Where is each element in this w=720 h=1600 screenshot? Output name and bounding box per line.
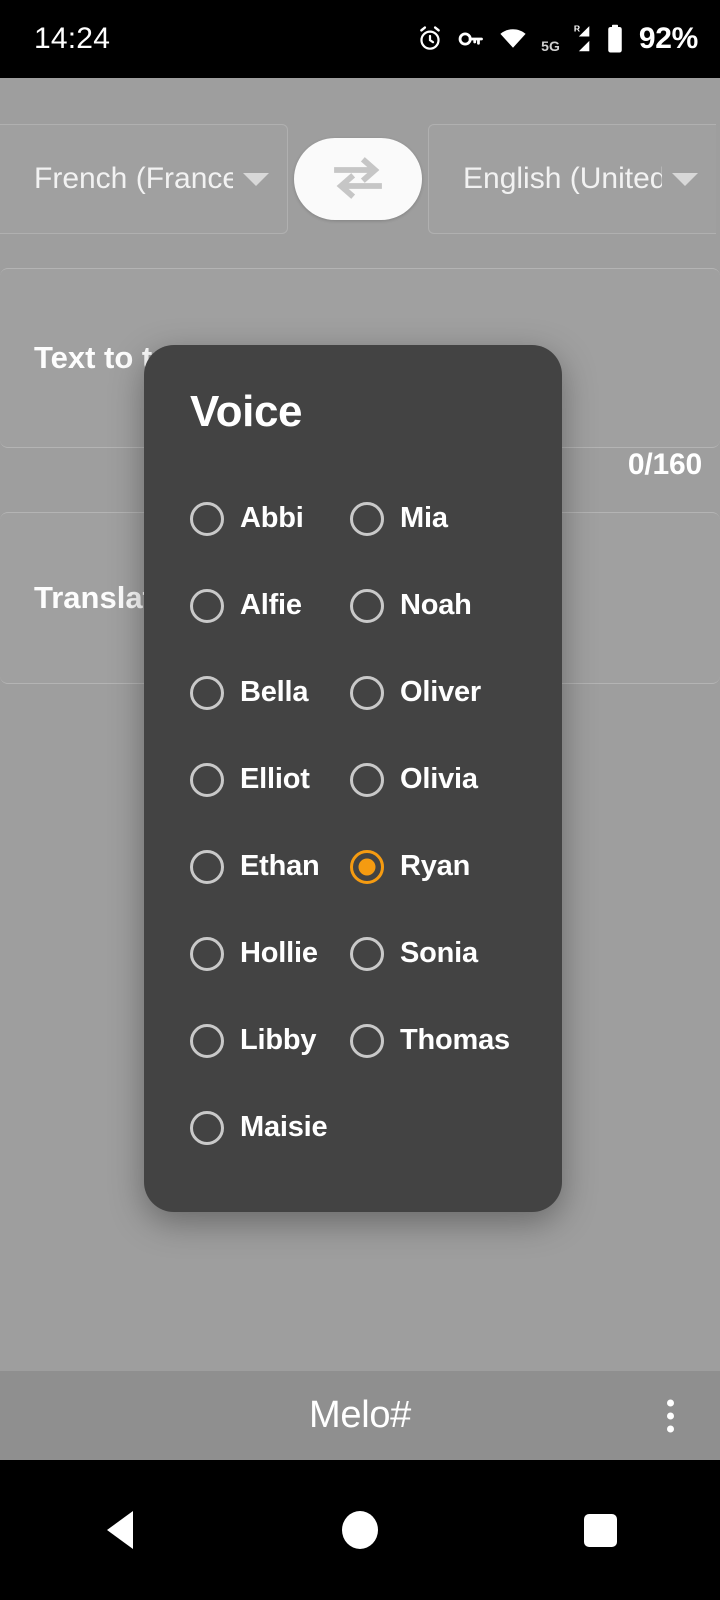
radio-unselected-icon[interactable] — [350, 762, 384, 797]
vpn-key-icon — [457, 25, 485, 53]
voice-option-label: Alfie — [240, 589, 302, 621]
svg-text:R: R — [574, 24, 581, 34]
more-vert-icon[interactable] — [667, 1399, 674, 1432]
status-clock: 14:24 — [34, 22, 111, 55]
system-navigation-bar — [0, 1460, 720, 1600]
voice-option-label: Elliot — [240, 763, 310, 795]
app-title: Melo# — [309, 1394, 411, 1436]
voice-option-label: Mia — [400, 502, 448, 534]
voice-option-label: Thomas — [400, 1024, 510, 1056]
voice-option-olivia[interactable]: Olivia — [350, 736, 562, 823]
voice-option-label: Libby — [240, 1024, 317, 1056]
battery-percentage: 92% — [638, 22, 698, 55]
voice-option-label: Oliver — [400, 676, 482, 708]
phone-screen: 14:24 5G R 92% French (France) English (… — [0, 0, 720, 1600]
voice-option-label: Ryan — [400, 850, 471, 882]
radio-unselected-icon[interactable] — [350, 1023, 384, 1058]
back-triangle-icon — [107, 1511, 133, 1549]
voice-option-thomas[interactable]: Thomas — [350, 997, 562, 1084]
radio-unselected-icon[interactable] — [190, 936, 224, 971]
voice-option-sonia[interactable]: Sonia — [350, 910, 562, 997]
voice-option-label: Sonia — [400, 937, 478, 969]
status-bar: 14:24 5G R 92% — [0, 0, 720, 78]
voice-option-label: Noah — [400, 589, 472, 621]
voice-option-abbi[interactable]: Abbi — [190, 475, 350, 562]
radio-unselected-icon[interactable] — [190, 1110, 224, 1145]
voice-option-oliver[interactable]: Oliver — [350, 649, 562, 736]
recents-square-icon — [583, 1513, 617, 1547]
wifi-icon — [498, 25, 528, 53]
radio-unselected-icon[interactable] — [190, 675, 224, 710]
voice-option-label: Hollie — [240, 937, 318, 969]
radio-unselected-icon[interactable] — [190, 849, 224, 884]
voice-option-bella[interactable]: Bella — [190, 649, 350, 736]
radio-unselected-icon[interactable] — [190, 588, 224, 623]
voice-option-ethan[interactable]: Ethan — [190, 823, 350, 910]
dialog-title: Voice — [190, 387, 303, 436]
voice-option-label: Olivia — [400, 763, 478, 795]
radio-unselected-icon[interactable] — [190, 762, 224, 797]
signal-5g-icon: 5G R — [541, 23, 592, 55]
nav-recents-button[interactable] — [540, 1460, 660, 1600]
radio-unselected-icon[interactable] — [190, 1023, 224, 1058]
bottom-app-bar: Melo# — [0, 1371, 720, 1460]
radio-selected-icon[interactable] — [350, 849, 384, 884]
battery-icon — [605, 24, 625, 54]
home-circle-icon — [342, 1511, 378, 1549]
voice-option-label: Ethan — [240, 850, 320, 882]
voice-option-hollie[interactable]: Hollie — [190, 910, 350, 997]
alarm-icon — [416, 25, 444, 53]
voice-option-label: Abbi — [240, 502, 304, 534]
nav-home-button[interactable] — [300, 1460, 420, 1600]
status-icon-tray: 5G R 92% — [416, 22, 698, 56]
radio-unselected-icon[interactable] — [350, 936, 384, 971]
voice-option-ryan[interactable]: Ryan — [350, 823, 562, 910]
radio-unselected-icon[interactable] — [350, 588, 384, 623]
radio-unselected-icon[interactable] — [350, 675, 384, 710]
voice-selection-dialog: Voice Abbi Mia Alfie Noah Bella Oliver Elliot O… — [144, 345, 562, 1212]
voice-radio-group: Abbi Mia Alfie Noah Bella Oliver Elliot Olivia E… — [144, 475, 562, 1171]
voice-option-noah[interactable]: Noah — [350, 562, 562, 649]
voice-option-label: Maisie — [240, 1111, 328, 1143]
voice-option-label: Bella — [240, 676, 309, 708]
voice-option-libby[interactable]: Libby — [190, 997, 350, 1084]
radio-unselected-icon[interactable] — [350, 501, 384, 536]
nav-back-button[interactable] — [60, 1460, 180, 1600]
voice-option-elliot[interactable]: Elliot — [190, 736, 350, 823]
voice-option-mia[interactable]: Mia — [350, 475, 562, 562]
voice-option-maisie[interactable]: Maisie — [190, 1084, 350, 1171]
voice-option-alfie[interactable]: Alfie — [190, 562, 350, 649]
radio-unselected-icon[interactable] — [190, 501, 224, 536]
